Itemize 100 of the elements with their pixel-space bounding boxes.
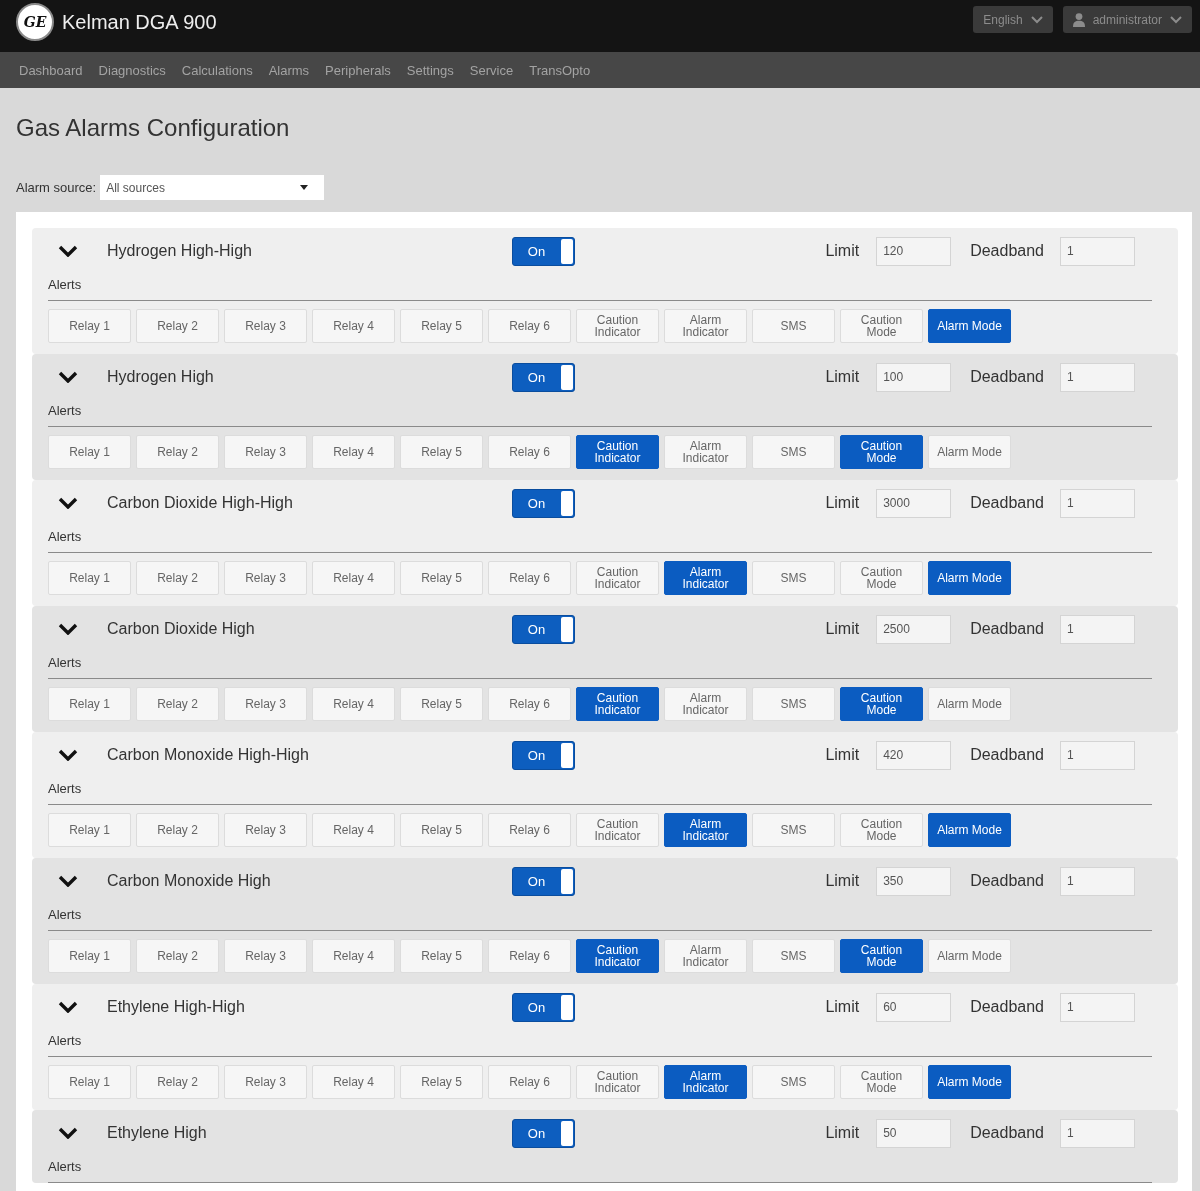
alert-option-button[interactable]: Relay 4 <box>312 687 395 721</box>
alert-option-button[interactable]: Caution Mode <box>840 939 923 973</box>
alert-option-button[interactable]: SMS <box>752 435 835 469</box>
alert-option-button[interactable]: Alarm Mode <box>928 813 1011 847</box>
chevron-down-icon[interactable] <box>58 623 78 635</box>
alert-option-button[interactable]: Relay 6 <box>488 939 571 973</box>
alert-option-button[interactable]: Caution Indicator <box>576 435 659 469</box>
alert-option-button[interactable]: Relay 1 <box>48 687 131 721</box>
limit-field[interactable]: 420 <box>876 740 952 770</box>
alert-option-button[interactable]: Relay 5 <box>400 813 483 847</box>
alert-option-button[interactable]: Relay 4 <box>312 939 395 973</box>
alert-option-button[interactable]: Caution Mode <box>840 561 923 595</box>
alert-option-button[interactable]: Caution Mode <box>840 687 923 721</box>
alert-option-button[interactable]: Alarm Indicator <box>664 1065 747 1099</box>
alert-option-button[interactable]: Relay 5 <box>400 939 483 973</box>
alert-option-button[interactable]: Relay 1 <box>48 939 131 973</box>
alert-option-button[interactable]: Relay 3 <box>224 561 307 595</box>
language-dropdown[interactable]: English <box>973 6 1053 33</box>
alert-option-button[interactable]: Caution Indicator <box>576 813 659 847</box>
alert-option-button[interactable]: Relay 6 <box>488 435 571 469</box>
chevron-down-icon[interactable] <box>58 497 78 509</box>
chevron-down-icon[interactable] <box>58 749 78 761</box>
alert-option-button[interactable]: Alarm Mode <box>928 1065 1011 1099</box>
alert-option-button[interactable]: Caution Indicator <box>576 1065 659 1099</box>
nav-link[interactable]: Dashboard <box>19 62 83 78</box>
alert-option-button[interactable]: Relay 2 <box>136 687 219 721</box>
alert-option-button[interactable]: Alarm Indicator <box>664 561 747 595</box>
alert-option-button[interactable]: Relay 2 <box>136 813 219 847</box>
alert-option-button[interactable]: Relay 2 <box>136 561 219 595</box>
alert-option-button[interactable]: Relay 3 <box>224 939 307 973</box>
alert-option-button[interactable]: Relay 5 <box>400 561 483 595</box>
limit-field[interactable]: 50 <box>876 1118 952 1148</box>
alert-option-button[interactable]: Caution Mode <box>840 435 923 469</box>
chevron-down-icon[interactable] <box>58 875 78 887</box>
alarm-source-select[interactable]: All sources <box>100 175 325 200</box>
limit-field[interactable]: 350 <box>876 866 952 896</box>
alert-option-button[interactable]: Relay 2 <box>136 939 219 973</box>
toggle-switch[interactable]: On <box>512 740 575 770</box>
chevron-down-icon[interactable] <box>58 1001 78 1013</box>
deadband-field[interactable]: 1 <box>1060 362 1135 392</box>
deadband-field[interactable]: 1 <box>1060 866 1135 896</box>
alert-option-button[interactable]: Relay 3 <box>224 813 307 847</box>
alert-option-button[interactable]: Relay 4 <box>312 561 395 595</box>
alert-option-button[interactable]: SMS <box>752 813 835 847</box>
toggle-switch[interactable]: On <box>512 1118 575 1148</box>
nav-link[interactable]: Service <box>469 62 514 78</box>
alert-option-button[interactable]: Relay 5 <box>400 435 483 469</box>
alert-option-button[interactable]: Caution Mode <box>840 813 923 847</box>
alert-option-button[interactable]: Relay 6 <box>488 813 571 847</box>
limit-field[interactable]: 120 <box>876 236 952 266</box>
chevron-down-icon[interactable] <box>58 1127 78 1139</box>
alert-option-button[interactable]: Relay 5 <box>400 309 483 343</box>
toggle-switch[interactable]: On <box>512 236 575 266</box>
nav-link[interactable]: Alarms <box>268 62 310 78</box>
alert-option-button[interactable]: SMS <box>752 939 835 973</box>
alert-option-button[interactable]: SMS <box>752 309 835 343</box>
nav-link[interactable]: Diagnostics <box>98 62 166 78</box>
alert-option-button[interactable]: Alarm Mode <box>928 435 1011 469</box>
deadband-field[interactable]: 1 <box>1060 488 1135 518</box>
alert-option-button[interactable]: Caution Indicator <box>576 309 659 343</box>
alert-option-button[interactable]: Relay 6 <box>488 309 571 343</box>
alert-option-button[interactable]: Alarm Indicator <box>664 435 747 469</box>
alert-option-button[interactable]: Alarm Indicator <box>664 309 747 343</box>
chevron-down-icon[interactable] <box>58 371 78 383</box>
alert-option-button[interactable]: Relay 4 <box>312 813 395 847</box>
toggle-switch[interactable]: On <box>512 992 575 1022</box>
deadband-field[interactable]: 1 <box>1060 1118 1135 1148</box>
alert-option-button[interactable]: Alarm Mode <box>928 939 1011 973</box>
alert-option-button[interactable]: SMS <box>752 561 835 595</box>
toggle-switch[interactable]: On <box>512 614 575 644</box>
deadband-field[interactable]: 1 <box>1060 614 1135 644</box>
alert-option-button[interactable]: Relay 1 <box>48 309 131 343</box>
alert-option-button[interactable]: Alarm Mode <box>928 561 1011 595</box>
limit-field[interactable]: 2500 <box>876 614 952 644</box>
deadband-field[interactable]: 1 <box>1060 740 1135 770</box>
nav-link[interactable]: Settings <box>406 62 454 78</box>
alert-option-button[interactable]: Alarm Indicator <box>664 813 747 847</box>
alert-option-button[interactable]: Relay 2 <box>136 1065 219 1099</box>
alert-option-button[interactable]: Alarm Indicator <box>664 939 747 973</box>
toggle-switch[interactable]: On <box>512 488 575 518</box>
deadband-field[interactable]: 1 <box>1060 992 1135 1022</box>
alert-option-button[interactable]: SMS <box>752 687 835 721</box>
alert-option-button[interactable]: Relay 1 <box>48 435 131 469</box>
alert-option-button[interactable]: Alarm Mode <box>928 687 1011 721</box>
alert-option-button[interactable]: Alarm Mode <box>928 309 1011 343</box>
alert-option-button[interactable]: Caution Indicator <box>576 687 659 721</box>
alert-option-button[interactable]: Relay 1 <box>48 561 131 595</box>
alert-option-button[interactable]: Caution Mode <box>840 1065 923 1099</box>
alert-option-button[interactable]: Caution Indicator <box>576 939 659 973</box>
user-menu-button[interactable]: administrator <box>1062 6 1192 33</box>
alert-option-button[interactable]: Relay 6 <box>488 687 571 721</box>
alert-option-button[interactable]: Relay 4 <box>312 1065 395 1099</box>
alert-option-button[interactable]: Relay 3 <box>224 309 307 343</box>
deadband-field[interactable]: 1 <box>1060 236 1135 266</box>
limit-field[interactable]: 3000 <box>876 488 952 518</box>
alert-option-button[interactable]: Relay 3 <box>224 435 307 469</box>
toggle-switch[interactable]: On <box>512 866 575 896</box>
alert-option-button[interactable]: SMS <box>752 1065 835 1099</box>
alert-option-button[interactable]: Alarm Indicator <box>664 687 747 721</box>
alert-option-button[interactable]: Caution Indicator <box>576 561 659 595</box>
